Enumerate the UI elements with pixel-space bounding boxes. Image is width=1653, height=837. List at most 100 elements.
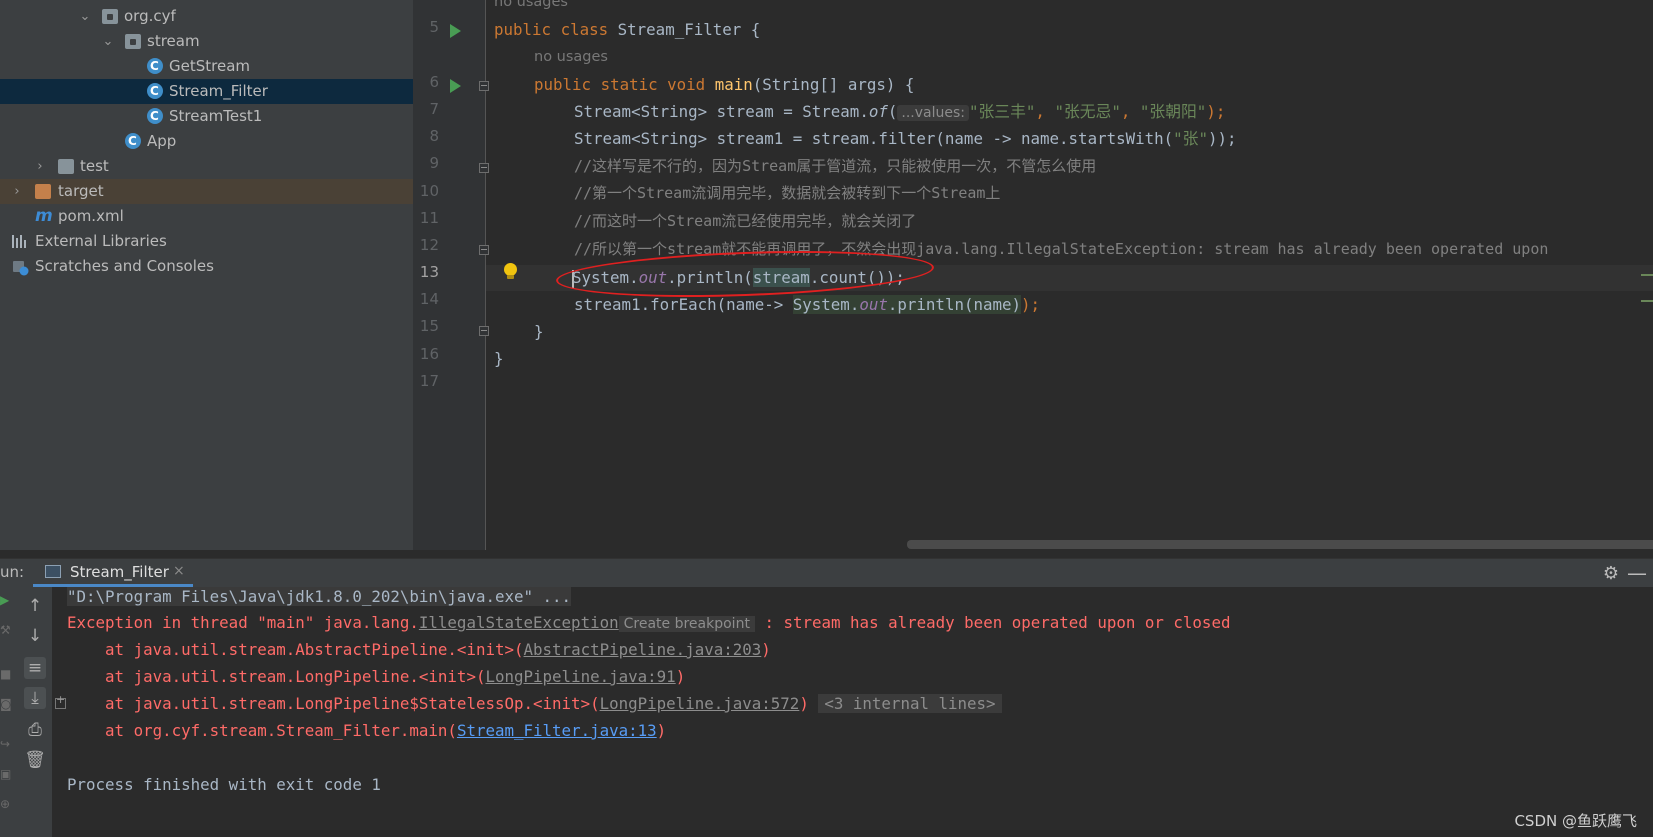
scratches-icon: [12, 259, 29, 276]
console-line-cmd[interactable]: "D:\Program Files\Java\jdk1.8.0_202\bin\…: [67, 587, 572, 610]
run-panel-header: un: Stream_Filter × ⚙ —: [0, 558, 1653, 587]
horizontal-scrollbar[interactable]: [907, 540, 1653, 549]
fold-icon[interactable]: [479, 326, 489, 336]
java-class-icon: [147, 104, 163, 128]
line-number: 17: [419, 372, 439, 390]
tree-item-stream-filter[interactable]: Stream_Filter: [0, 79, 413, 104]
usage-hint[interactable]: no usages: [534, 49, 608, 65]
chevron-right-icon[interactable]: ›: [33, 154, 47, 179]
print-icon[interactable]: ⎙: [24, 719, 46, 741]
project-tree: ⌄ org.cyf ⌄ stream GetStream Stream_Filt…: [0, 0, 413, 550]
line-number: 11: [419, 209, 439, 227]
error-stripe-marker[interactable]: [1641, 274, 1653, 276]
tab-stream-filter[interactable]: Stream_Filter ×: [33, 559, 193, 587]
exit-icon[interactable]: ↪: [0, 737, 10, 751]
code-line-6[interactable]: public static void main(String[] args) {: [534, 72, 914, 98]
libraries-icon: [12, 235, 28, 248]
source-link[interactable]: AbstractPipeline.java:203: [524, 640, 762, 659]
editor-gutter: 5 6 7 8 9 10 11 12 13 14 15 16 17: [413, 0, 489, 550]
code-line-9[interactable]: //这样写是不行的，因为Stream属于管道流，只能被使用一次，不管怎么使用: [574, 153, 1096, 179]
arrow-up-icon[interactable]: ↑: [24, 595, 46, 617]
line-number: 12: [419, 236, 439, 254]
run-main-icon[interactable]: [450, 79, 461, 93]
tree-item-org-cyf[interactable]: ⌄ org.cyf: [0, 4, 413, 29]
code-line-16[interactable]: }: [494, 346, 504, 372]
package-icon: [102, 9, 118, 24]
camera-icon[interactable]: ◙: [0, 697, 12, 711]
tree-item-getstream[interactable]: GetStream: [0, 54, 413, 79]
line-number: 10: [419, 182, 439, 200]
maven-icon: m: [35, 206, 53, 226]
chevron-down-icon[interactable]: ⌄: [101, 29, 115, 54]
console-line-finished[interactable]: Process finished with exit code 1: [67, 771, 381, 798]
code-line-8[interactable]: Stream<String> stream1 = stream.filter(n…: [574, 126, 1237, 152]
source-link[interactable]: LongPipeline.java:572: [600, 694, 800, 713]
source-link[interactable]: LongPipeline.java:91: [485, 667, 675, 686]
arrow-down-icon[interactable]: ↓: [24, 625, 46, 647]
excluded-folder-icon: [35, 184, 51, 199]
tree-item-test[interactable]: › test: [0, 154, 413, 179]
gear-icon[interactable]: ⚙: [1603, 563, 1619, 584]
soft-wrap-icon[interactable]: ≡: [24, 657, 46, 679]
stop-icon[interactable]: ■: [0, 667, 11, 681]
chevron-right-icon[interactable]: ›: [10, 179, 24, 204]
watermark: CSDN @鱼跃鹰飞: [1514, 812, 1637, 830]
folder-icon: [58, 159, 74, 174]
tree-item-target[interactable]: › target: [0, 179, 413, 204]
layout-icon[interactable]: ▣: [0, 767, 11, 781]
console-output[interactable]: "D:\Program Files\Java\jdk1.8.0_202\bin\…: [52, 587, 1653, 837]
chevron-down-icon[interactable]: ⌄: [78, 4, 92, 29]
console-line-exception[interactable]: Exception in thread "main" java.lang.Ill…: [67, 609, 1230, 636]
java-class-icon: [125, 129, 141, 153]
usage-hint[interactable]: no usages: [494, 0, 568, 10]
source-link[interactable]: Stream_Filter.java:13: [457, 721, 657, 740]
line-number: 8: [429, 127, 439, 145]
fold-icon[interactable]: [479, 245, 489, 255]
code-line-11[interactable]: //而这时一个Stream流已经使用完毕，就会关闭了: [574, 208, 916, 234]
exception-link[interactable]: IllegalStateException: [419, 613, 619, 632]
wrench-icon[interactable]: ⚒: [0, 623, 11, 637]
code-line-10[interactable]: //第一个Stream流调用完毕，数据就会被转到下一个Stream上: [574, 180, 1000, 206]
parameter-hint: ...values:: [897, 105, 969, 121]
internal-lines-fold[interactable]: <3 internal lines>: [818, 694, 1002, 713]
tree-item-stream[interactable]: ⌄ stream: [0, 29, 413, 54]
pin-icon[interactable]: ⊕: [0, 797, 10, 811]
tree-item-streamtest1[interactable]: StreamTest1: [0, 104, 413, 129]
trash-icon[interactable]: 🗑: [24, 749, 46, 771]
line-number: 5: [429, 18, 439, 36]
line-number: 9: [429, 154, 439, 172]
close-icon[interactable]: ×: [173, 563, 185, 579]
run-label: un:: [0, 563, 25, 581]
console-line-trace[interactable]: at java.util.stream.LongPipeline.<init>(…: [67, 663, 685, 690]
package-icon: [125, 34, 141, 49]
run-class-icon[interactable]: [450, 24, 461, 38]
expand-icon[interactable]: [55, 693, 66, 709]
tree-item-scratches[interactable]: Scratches and Consoles: [0, 254, 413, 279]
line-number: 16: [419, 345, 439, 363]
create-breakpoint-button[interactable]: Create breakpoint: [618, 616, 755, 632]
console-line-trace[interactable]: at org.cyf.stream.Stream_Filter.main(Str…: [67, 717, 666, 744]
code-line-15[interactable]: }: [534, 319, 544, 345]
rerun-icon[interactable]: ▶: [0, 593, 9, 607]
tree-item-app[interactable]: App: [0, 129, 413, 154]
code-line-7[interactable]: Stream<String> stream = Stream.of(...val…: [574, 99, 1225, 125]
run-toolbar: ▶ ⚒ ■ ◙ ↪ ▣ ⊕ ↑ ↓ ≡ ⤓ ⎙ 🗑: [0, 587, 52, 837]
tree-item-pom-xml[interactable]: m pom.xml: [0, 204, 413, 229]
fold-icon[interactable]: [479, 81, 489, 91]
run-config-icon: [45, 565, 61, 578]
console-line-trace[interactable]: at java.util.stream.LongPipeline$Statele…: [67, 690, 1002, 717]
fold-icon[interactable]: [479, 163, 489, 173]
line-number: 7: [429, 100, 439, 118]
error-stripe-marker[interactable]: [1641, 300, 1653, 302]
console-line-trace[interactable]: at java.util.stream.AbstractPipeline.<in…: [67, 636, 771, 663]
line-number: 14: [419, 290, 439, 308]
lightbulb-icon[interactable]: [504, 263, 517, 279]
minimize-icon[interactable]: —: [1627, 561, 1647, 585]
java-class-icon: [147, 79, 163, 103]
tree-item-external-libraries[interactable]: External Libraries: [0, 229, 413, 254]
scroll-to-end-icon[interactable]: ⤓: [24, 687, 46, 709]
code-line-5[interactable]: public class Stream_Filter {: [494, 17, 760, 43]
line-number-current: 13: [419, 263, 439, 281]
line-number: 6: [429, 73, 439, 91]
java-class-icon: [147, 54, 163, 78]
